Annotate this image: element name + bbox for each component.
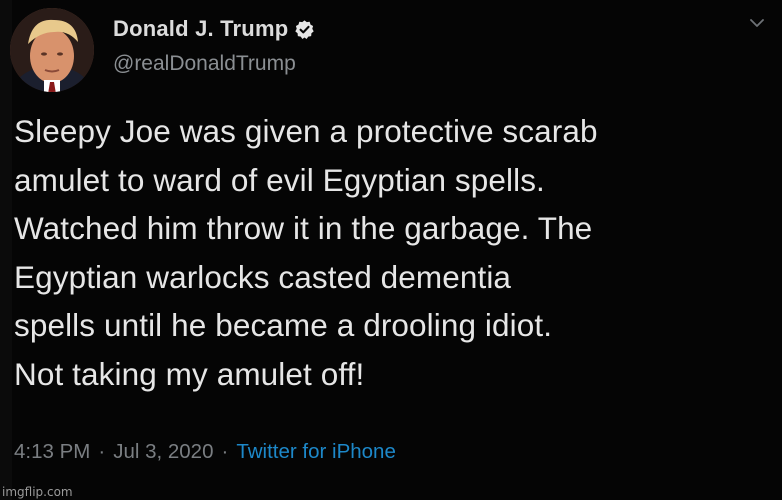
tweet-client-link[interactable]: Twitter for iPhone [236, 440, 396, 464]
author-name-row: Donald J. Trump [113, 16, 315, 42]
watermark-text: imgflip.com [2, 485, 73, 499]
meta-separator: · [98, 440, 106, 463]
chevron-down-icon[interactable] [748, 14, 766, 32]
verified-badge-icon [295, 19, 315, 39]
profile-avatar[interactable] [10, 8, 94, 92]
avatar-image-icon [10, 8, 94, 92]
author-display-name[interactable]: Donald J. Trump [113, 16, 288, 42]
tweet-card: Donald J. Trump @realDonaldTrump Sleepy … [0, 0, 782, 500]
tweet-time[interactable]: 4:13 PM [14, 440, 90, 464]
cropped-left-edge [0, 0, 12, 500]
tweet-meta-row: 4:13 PM · Jul 3, 2020 · Twitter for iPho… [14, 440, 396, 464]
author-handle[interactable]: @realDonaldTrump [113, 52, 296, 76]
meta-separator: · [221, 440, 229, 463]
tweet-date[interactable]: Jul 3, 2020 [113, 440, 213, 464]
tweet-body-text: Sleepy Joe was given a protective scarab… [14, 113, 598, 392]
